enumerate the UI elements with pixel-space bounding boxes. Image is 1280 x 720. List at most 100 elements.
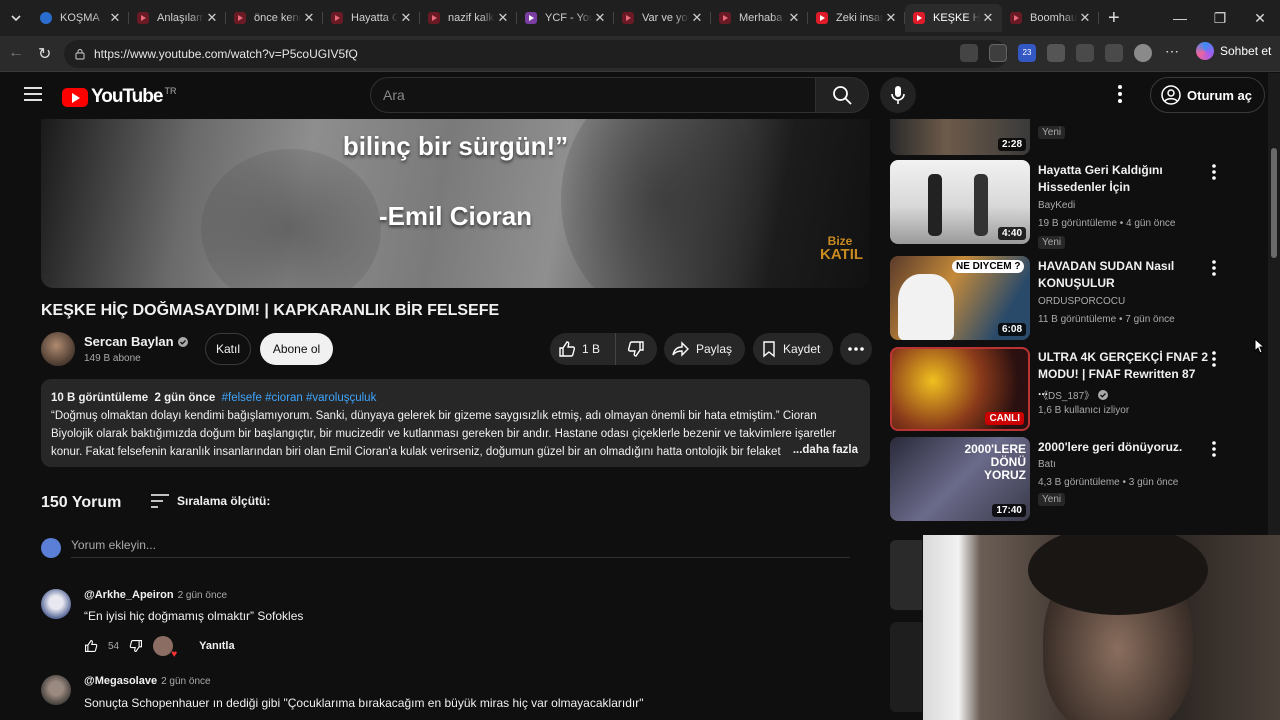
comment-author[interactable]: @Megasolave 2 gün önce bbox=[84, 675, 211, 687]
show-more-button[interactable]: ...daha fazla bbox=[786, 441, 858, 459]
browser-tab[interactable]: Zeki insanlar✕ bbox=[808, 4, 905, 32]
close-window-button[interactable]: ✕ bbox=[1240, 0, 1280, 36]
reply-button[interactable]: Yanıtla bbox=[199, 640, 234, 652]
channel-avatar[interactable] bbox=[41, 332, 75, 366]
tab-close-icon[interactable]: ✕ bbox=[107, 10, 123, 26]
minimize-button[interactable]: — bbox=[1160, 0, 1200, 36]
thumbs-down-icon[interactable] bbox=[129, 639, 143, 653]
youtube-logo[interactable]: YouTube TR bbox=[62, 86, 176, 108]
save-button[interactable]: Kaydet bbox=[753, 333, 833, 365]
tab-close-icon[interactable]: ✕ bbox=[980, 10, 996, 26]
channel-name[interactable]: Sercan Baylan bbox=[84, 334, 188, 349]
settings-more-icon[interactable] bbox=[1118, 85, 1122, 103]
hamburger-menu-icon[interactable] bbox=[24, 87, 42, 101]
tab-close-icon[interactable]: ✕ bbox=[495, 10, 511, 26]
browser-tab[interactable]: önce kendini✕ bbox=[226, 4, 323, 32]
recommended-video[interactable]: 2000'LERE DÖNÜ YORUZ 17:40 2000'lere ger… bbox=[890, 437, 1265, 523]
recommended-title[interactable]: HAVADAN SUDAN Nasıl KONUŞULUR bbox=[1038, 258, 1208, 292]
browser-tab[interactable]: Var ve yok ✕ bbox=[614, 4, 711, 32]
dislike-button[interactable] bbox=[616, 333, 656, 365]
author-handle: @Megasolave bbox=[84, 675, 158, 687]
subscribe-button[interactable]: Abone ol bbox=[260, 333, 333, 365]
tab-close-icon[interactable]: ✕ bbox=[1077, 10, 1093, 26]
browser-tab[interactable]: KEŞKE HİÇ✕ bbox=[905, 4, 1002, 32]
calendar-extension-icon[interactable]: 23 bbox=[1018, 44, 1036, 62]
comment-time: 2 gün önce bbox=[177, 590, 228, 601]
browser-tab[interactable]: Merhaba - ✕ bbox=[711, 4, 808, 32]
browser-tab[interactable]: YCF - Youtube✕ bbox=[517, 4, 614, 32]
recommended-thumbnail[interactable] bbox=[890, 622, 922, 712]
recommended-title[interactable]: 2000'lere geri dönüyoruz. bbox=[1038, 439, 1208, 456]
share-button[interactable]: Paylaş bbox=[664, 333, 745, 365]
new-tab-button[interactable]: + bbox=[1108, 8, 1120, 28]
maximize-button[interactable]: ❐ bbox=[1200, 0, 1240, 36]
extensions-puzzle-icon[interactable] bbox=[1047, 44, 1065, 62]
recommended-title[interactable]: Hayatta Geri Kaldığını Hissedenler İçin bbox=[1038, 162, 1208, 196]
address-bar[interactable]: https://www.youtube.com/watch?v=P5coUGIV… bbox=[64, 40, 1008, 68]
tab-close-icon[interactable]: ✕ bbox=[883, 10, 899, 26]
sort-label: Sıralama ölçütü: bbox=[177, 494, 271, 508]
recommended-channel[interactable]: ORDUSPORCOCU bbox=[1038, 296, 1125, 307]
tab-close-icon[interactable]: ✕ bbox=[398, 10, 414, 26]
copilot-button[interactable]: Sohbet et bbox=[1196, 42, 1271, 60]
reload-icon[interactable]: ↻ bbox=[38, 44, 51, 64]
thumbs-up-icon[interactable] bbox=[84, 639, 98, 653]
browser-tab[interactable]: nazif kalk da✕ bbox=[420, 4, 517, 32]
favorite-star-icon[interactable] bbox=[989, 44, 1007, 62]
video-more-icon[interactable] bbox=[1212, 441, 1216, 457]
recommended-thumbnail[interactable]: 2000'LERE DÖNÜ YORUZ 17:40 bbox=[890, 437, 1030, 521]
sort-comments-button[interactable]: Sıralama ölçütü: bbox=[151, 494, 270, 508]
recommended-thumbnail[interactable]: NE DIYCEM ? 6:08 bbox=[890, 256, 1030, 340]
browser-tab[interactable]: Boomhauer✕ bbox=[1002, 4, 1099, 32]
description-box[interactable]: 10 B görüntüleme 2 gün önce #felsefe #ci… bbox=[41, 379, 870, 467]
webcam-overlay bbox=[923, 535, 1280, 720]
tab-favicon-icon bbox=[234, 12, 246, 24]
browser-tab[interactable]: Hayatta Geri✕ bbox=[323, 4, 420, 32]
recommended-channel[interactable]: 《DS_187》 bbox=[1038, 387, 1109, 402]
recommended-thumbnail[interactable] bbox=[890, 540, 922, 610]
search-button[interactable] bbox=[815, 77, 869, 113]
video-more-icon[interactable] bbox=[1212, 260, 1216, 276]
hashtags[interactable]: #felsefe #cioran #varoluşçuluk bbox=[222, 392, 377, 404]
add-comment-input[interactable]: Yorum ekleyin... bbox=[71, 538, 850, 558]
app-available-icon[interactable] bbox=[960, 44, 978, 62]
tab-close-icon[interactable]: ✕ bbox=[301, 10, 317, 26]
tab-close-icon[interactable]: ✕ bbox=[204, 10, 220, 26]
tab-close-icon[interactable]: ✕ bbox=[592, 10, 608, 26]
browser-tab[interactable]: KOŞMA ✕ bbox=[32, 4, 129, 32]
search-input[interactable]: Ara bbox=[370, 77, 816, 113]
comment-author[interactable]: @Arkhe_Apeiron 2 gün önce bbox=[84, 589, 227, 601]
browser-tab[interactable]: Anlaşılamamak✕ bbox=[129, 4, 226, 32]
tab-list-menu-icon[interactable] bbox=[8, 10, 24, 26]
split-screen-icon[interactable] bbox=[1076, 44, 1094, 62]
favorites-icon[interactable] bbox=[1105, 44, 1123, 62]
browser-menu-icon[interactable]: ⋯ bbox=[1163, 44, 1181, 62]
view-count: 10 B görüntüleme bbox=[51, 392, 149, 404]
commenter-avatar[interactable] bbox=[41, 589, 71, 619]
video-player[interactable]: bilinç bir sürgün!” -Emil Cioran Bize KA… bbox=[41, 119, 870, 288]
join-button[interactable]: Katıl bbox=[205, 333, 251, 365]
video-more-icon[interactable] bbox=[1212, 351, 1216, 367]
commenter-avatar[interactable] bbox=[41, 675, 71, 705]
recommended-video[interactable]: 4:40 Hayatta Geri Kaldığını Hissedenler … bbox=[890, 160, 1265, 250]
recommended-thumbnail[interactable]: 4:40 bbox=[890, 160, 1030, 244]
back-arrow-icon[interactable]: ← bbox=[8, 44, 24, 62]
more-actions-button[interactable] bbox=[840, 333, 872, 365]
like-button[interactable]: 1 B bbox=[550, 333, 616, 365]
recommended-video[interactable]: NE DIYCEM ? 6:08 HAVADAN SUDAN Nasıl KON… bbox=[890, 256, 1265, 342]
recommended-video[interactable]: CANLI ULTRA 4K GERÇEKÇİ FNAF 2 MODU! | F… bbox=[890, 347, 1265, 433]
profile-avatar-icon[interactable] bbox=[1134, 44, 1152, 62]
recommended-channel[interactable]: BayKedi bbox=[1038, 200, 1075, 211]
recommended-channel[interactable]: Batı bbox=[1038, 459, 1056, 470]
sign-in-button[interactable]: Oturum aç bbox=[1150, 77, 1266, 113]
tab-close-icon[interactable]: ✕ bbox=[786, 10, 802, 26]
video-more-icon[interactable] bbox=[1212, 164, 1216, 180]
recommended-thumbnail[interactable]: 2:28 bbox=[890, 119, 1030, 155]
recommended-thumbnail[interactable]: CANLI bbox=[890, 347, 1030, 431]
voice-search-button[interactable] bbox=[880, 77, 916, 113]
scrollbar-thumb[interactable] bbox=[1271, 148, 1277, 258]
tab-close-icon[interactable]: ✕ bbox=[689, 10, 705, 26]
tab-title: YCF - Youtube bbox=[545, 12, 592, 24]
site-info-icon[interactable] bbox=[74, 48, 86, 60]
recommended-meta: 11 B görüntüleme • 7 gün önce bbox=[1038, 314, 1175, 325]
